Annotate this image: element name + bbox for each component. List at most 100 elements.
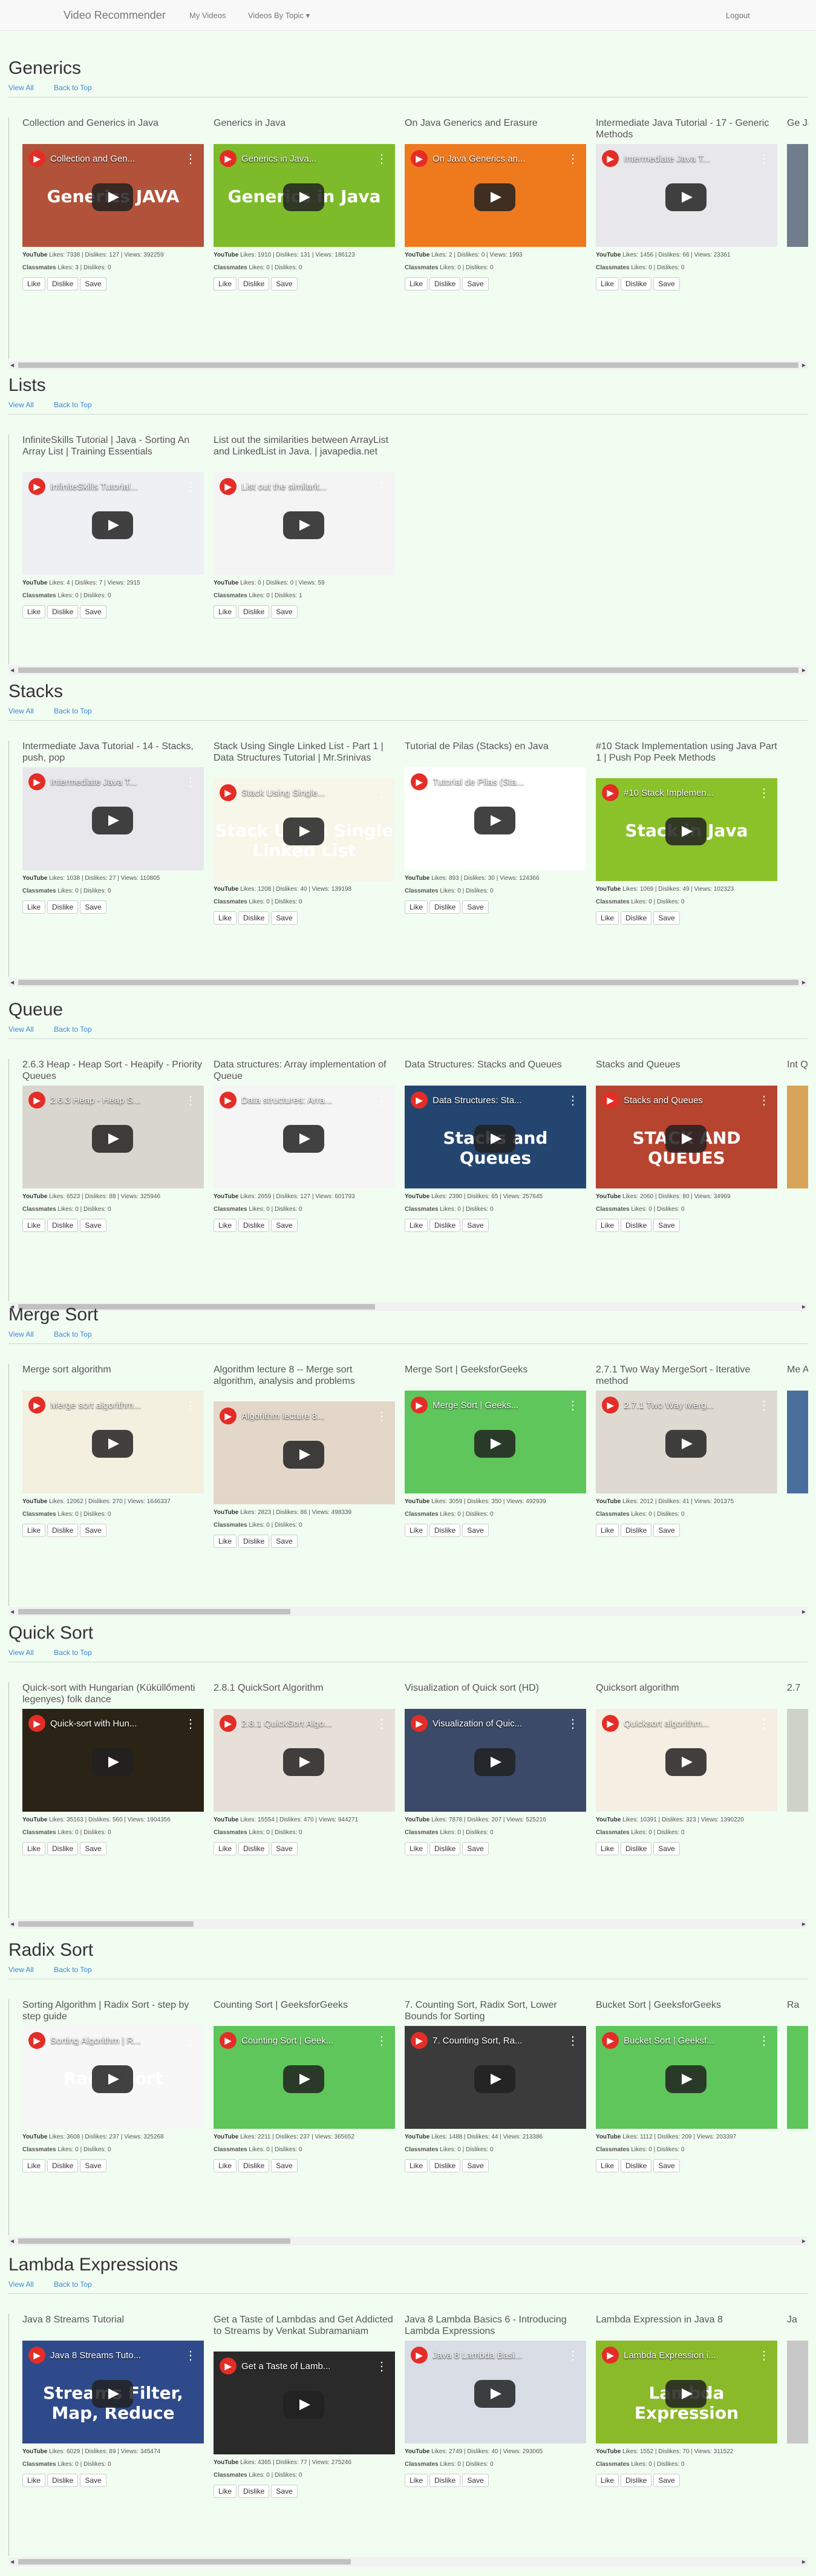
video-thumbnail[interactable]: Java ▶ Tutorial de Pilas (Sta... ⋮ xyxy=(405,767,586,870)
video-thumbnail[interactable] xyxy=(787,144,808,247)
more-menu-icon[interactable]: ⋮ xyxy=(376,1716,388,1731)
more-menu-icon[interactable]: ⋮ xyxy=(184,775,197,790)
play-button-icon[interactable] xyxy=(665,1748,707,1776)
more-menu-icon[interactable]: ⋮ xyxy=(567,151,579,166)
like-button[interactable]: Like xyxy=(596,911,619,925)
save-button[interactable]: Save xyxy=(271,911,298,925)
more-menu-icon[interactable]: ⋮ xyxy=(184,1716,197,1731)
play-button-icon[interactable] xyxy=(283,818,324,845)
back-to-top-link[interactable]: Back to Top xyxy=(54,84,91,92)
like-button[interactable]: Like xyxy=(22,605,46,618)
save-button[interactable]: Save xyxy=(653,911,680,925)
dislike-button[interactable]: Dislike xyxy=(47,1842,79,1855)
play-button-icon[interactable] xyxy=(92,1430,133,1458)
video-thumbnail[interactable] xyxy=(787,2026,808,2129)
like-button[interactable]: Like xyxy=(596,1524,619,1537)
video-thumbnail[interactable]: ▶ Java 8 Lambda Basi... ⋮ xyxy=(405,2341,586,2443)
video-title[interactable]: Me Alg str xyxy=(787,1364,808,1388)
scrollbar-thumb[interactable] xyxy=(18,1921,194,1927)
video-thumbnail[interactable]: ▶ Data structures: Arra... ⋮ xyxy=(214,1086,395,1188)
dislike-button[interactable]: Dislike xyxy=(429,1524,461,1537)
save-button[interactable]: Save xyxy=(462,1842,489,1855)
dislike-button[interactable]: Dislike xyxy=(621,1842,652,1855)
like-button[interactable]: Like xyxy=(214,1219,237,1232)
view-all-link[interactable]: View All xyxy=(8,1025,34,1034)
video-title[interactable]: Tutorial de Pilas (Stacks) en Java xyxy=(405,741,586,765)
video-title[interactable]: Ja xyxy=(787,2314,808,2338)
dislike-button[interactable]: Dislike xyxy=(621,1524,652,1537)
video-title[interactable]: Ra xyxy=(787,1999,808,2024)
dislike-button[interactable]: Dislike xyxy=(47,900,79,914)
more-menu-icon[interactable]: ⋮ xyxy=(758,1716,770,1731)
like-button[interactable]: Like xyxy=(405,2159,428,2172)
dislike-button[interactable]: Dislike xyxy=(238,1219,270,1232)
more-menu-icon[interactable]: ⋮ xyxy=(567,1398,579,1413)
play-button-icon[interactable] xyxy=(474,1748,515,1776)
video-strip[interactable]: InfiniteSkills Tutorial | Java - Sorting… xyxy=(8,434,808,664)
view-all-link[interactable]: View All xyxy=(8,1965,34,1974)
like-button[interactable]: Like xyxy=(22,900,46,914)
dislike-button[interactable]: Dislike xyxy=(429,277,461,290)
video-thumbnail[interactable]: Generics in Java ▶ Generics in Java... ⋮ xyxy=(214,144,395,247)
scrollbar-thumb[interactable] xyxy=(18,2238,290,2244)
more-menu-icon[interactable]: ⋮ xyxy=(758,151,770,166)
video-title[interactable]: Ge Ja xyxy=(787,117,808,142)
save-button[interactable]: Save xyxy=(653,1842,680,1855)
scroll-right-arrow-icon[interactable]: ▶ xyxy=(802,362,806,368)
back-to-top-link[interactable]: Back to Top xyxy=(54,1025,91,1034)
video-thumbnail[interactable]: ▶ InfiniteSkills Tutorial... ⋮ xyxy=(22,472,204,575)
video-title[interactable]: Intermediate Java Tutorial - 17 - Generi… xyxy=(596,117,777,142)
video-title[interactable]: 7. Counting Sort, Radix Sort, Lower Boun… xyxy=(405,1999,586,2024)
horizontal-scrollbar[interactable]: ◀ ▶ xyxy=(8,2557,808,2566)
save-button[interactable]: Save xyxy=(462,1524,489,1537)
view-all-link[interactable]: View All xyxy=(8,84,34,92)
like-button[interactable]: Like xyxy=(405,2474,428,2487)
nav-my-videos[interactable]: My Videos xyxy=(189,11,226,20)
scroll-left-arrow-icon[interactable]: ◀ xyxy=(10,362,14,368)
video-strip[interactable]: Merge sort algorithm ▶ Merge sort algori… xyxy=(8,1364,808,1606)
save-button[interactable]: Save xyxy=(271,2485,298,2498)
play-button-icon[interactable] xyxy=(283,1441,324,1469)
video-thumbnail[interactable]: ▶ On Java Generics an... ⋮ xyxy=(405,144,586,247)
save-button[interactable]: Save xyxy=(80,900,106,914)
dislike-button[interactable]: Dislike xyxy=(238,2485,270,2498)
save-button[interactable]: Save xyxy=(80,1219,106,1232)
play-button-icon[interactable] xyxy=(92,807,133,834)
more-menu-icon[interactable]: ⋮ xyxy=(376,1093,388,1108)
like-button[interactable]: Like xyxy=(214,2159,237,2172)
play-button-icon[interactable] xyxy=(92,1125,133,1153)
brand-link[interactable]: Video Recommender xyxy=(64,9,166,22)
play-button-icon[interactable] xyxy=(92,183,133,211)
dislike-button[interactable]: Dislike xyxy=(238,277,270,290)
video-thumbnail[interactable]: ▶ Counting Sort | Geek... ⋮ xyxy=(214,2026,395,2129)
video-thumbnail[interactable]: Stacks and Queues ▶ Data Structures: Sta… xyxy=(405,1086,586,1188)
video-title[interactable]: Merge sort algorithm xyxy=(22,1364,204,1388)
video-title[interactable]: Counting Sort | GeeksforGeeks xyxy=(214,1999,395,2024)
play-button-icon[interactable] xyxy=(283,1748,324,1776)
like-button[interactable]: Like xyxy=(22,2159,46,2172)
video-thumbnail[interactable]: Stack Using Single Linked List ▶ Stack U… xyxy=(214,778,395,881)
back-to-top-link[interactable]: Back to Top xyxy=(54,1648,91,1657)
video-title[interactable]: Lambda Expression in Java 8 xyxy=(596,2314,777,2338)
more-menu-icon[interactable]: ⋮ xyxy=(376,479,388,494)
play-button-icon[interactable] xyxy=(665,2065,707,2093)
video-thumbnail[interactable]: Streams Filter, Map, Reduce ▶ Java 8 Str… xyxy=(22,2341,204,2443)
video-title[interactable]: Bucket Sort | GeeksforGeeks xyxy=(596,1999,777,2024)
dislike-button[interactable]: Dislike xyxy=(621,911,652,925)
like-button[interactable]: Like xyxy=(596,2159,619,2172)
scroll-left-arrow-icon[interactable]: ◀ xyxy=(10,1921,14,1927)
dislike-button[interactable]: Dislike xyxy=(238,1535,270,1548)
horizontal-scrollbar[interactable]: ◀ ▶ xyxy=(8,666,808,675)
like-button[interactable]: Like xyxy=(405,900,428,914)
save-button[interactable]: Save xyxy=(271,277,298,290)
scrollbar-thumb[interactable] xyxy=(18,1609,290,1614)
dislike-button[interactable]: Dislike xyxy=(47,2159,79,2172)
more-menu-icon[interactable]: ⋮ xyxy=(758,1093,770,1108)
scrollbar-thumb[interactable] xyxy=(18,980,798,985)
save-button[interactable]: Save xyxy=(653,277,680,290)
video-title[interactable]: Stack Using Single Linked List - Part 1 … xyxy=(214,741,395,776)
like-button[interactable]: Like xyxy=(596,2474,619,2487)
video-thumbnail[interactable]: Generics JAVA ▶ Collection and Gen... ⋮ xyxy=(22,144,204,247)
video-title[interactable]: Algorithm lecture 8 -- Merge sort algori… xyxy=(214,1364,395,1399)
video-strip[interactable]: Intermediate Java Tutorial - 14 - Stacks… xyxy=(8,741,808,977)
